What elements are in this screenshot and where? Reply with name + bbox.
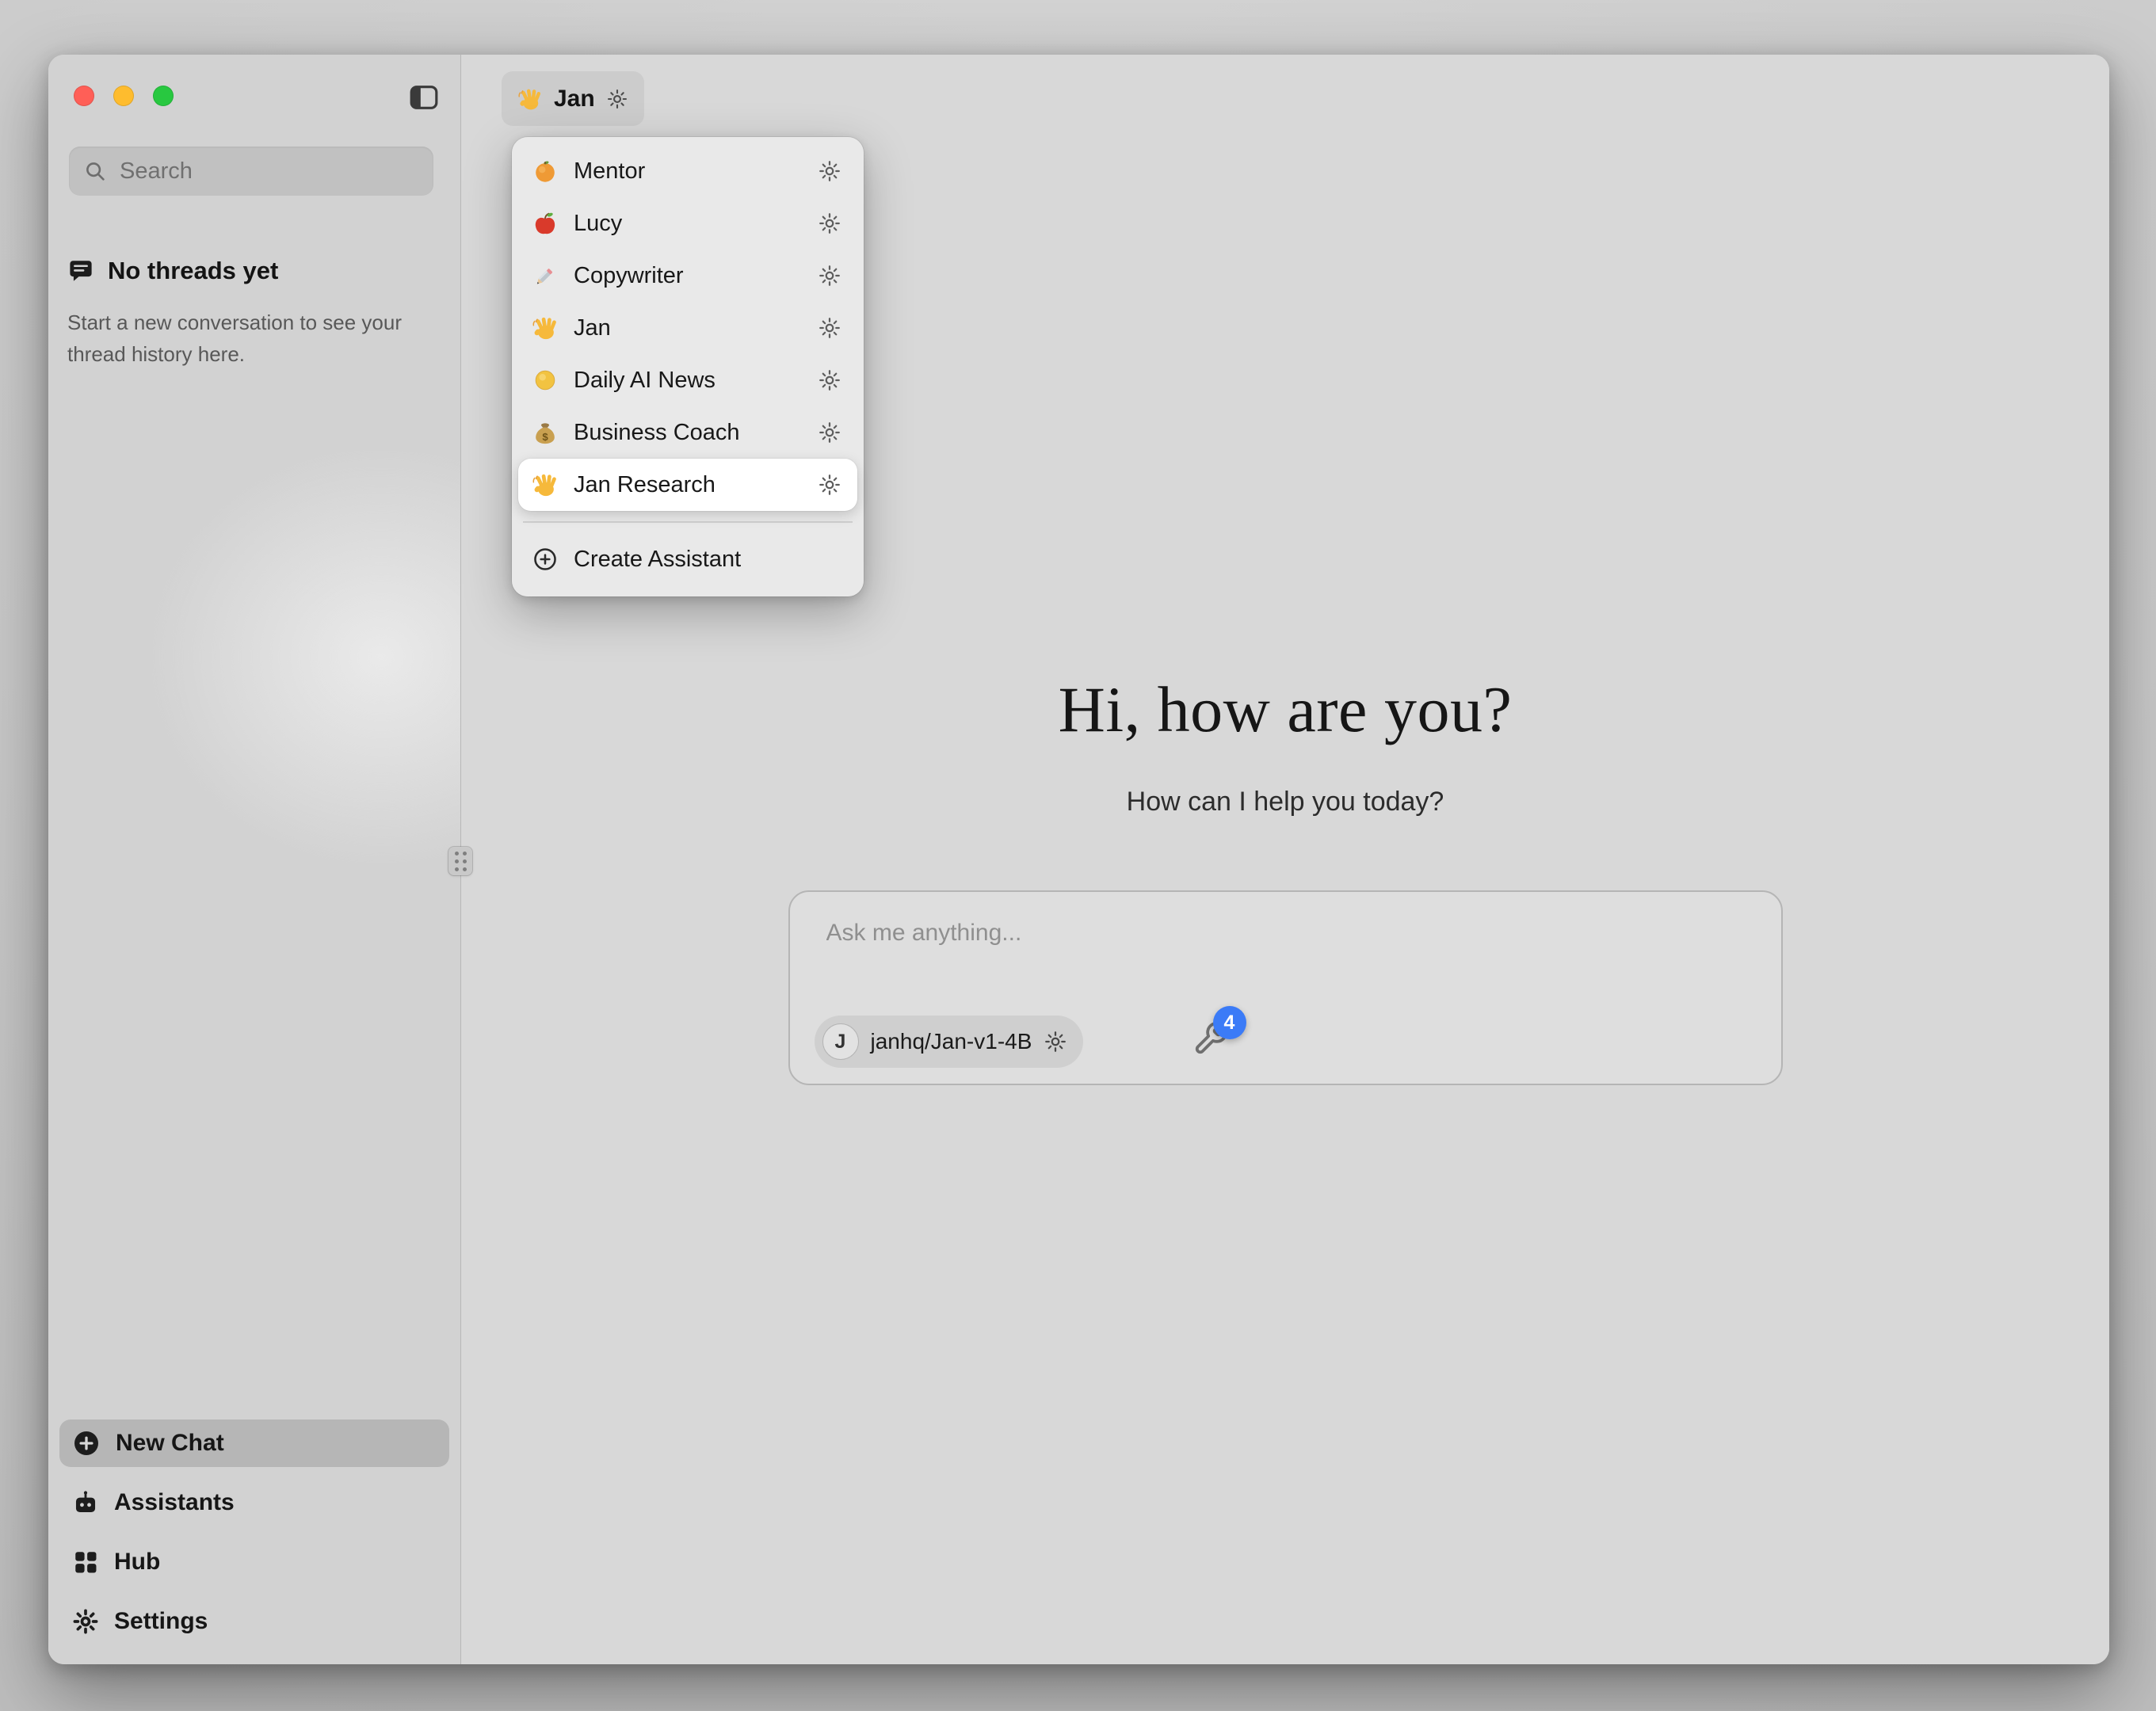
sidebar-item-new-chat[interactable]: New Chat	[59, 1419, 449, 1467]
window-controls	[74, 86, 174, 106]
orange-emoji-icon	[532, 158, 559, 185]
chat-composer[interactable]: J janhq/Jan-v1-4B 4	[788, 890, 1783, 1085]
assistant-menu-item-copywriter[interactable]: Copywriter	[518, 250, 857, 302]
assistant-selector-button[interactable]: Jan	[502, 71, 644, 126]
assistant-settings-gear-icon[interactable]	[818, 264, 841, 288]
assistant-name: Jan Research	[574, 472, 805, 498]
model-avatar: J	[822, 1023, 859, 1060]
apple-emoji-icon	[532, 210, 559, 237]
assistant-settings-gear-icon[interactable]	[818, 316, 841, 340]
assistant-menu-item-daily-ai-news[interactable]: Daily AI News	[518, 354, 857, 406]
assistant-settings-gear-icon[interactable]	[818, 211, 841, 235]
assistant-menu-item-jan[interactable]: Jan	[518, 302, 857, 354]
nav-label: Settings	[114, 1608, 208, 1635]
main-area: Jan Mentor Lucy Copywriter Jan	[461, 55, 2109, 1664]
minimize-window-button[interactable]	[113, 86, 134, 106]
search-input[interactable]	[118, 158, 419, 185]
assistant-settings-gear-icon[interactable]	[818, 421, 841, 444]
empty-state-title: No threads yet	[108, 257, 278, 285]
greeting-title: Hi, how are you?	[1059, 673, 1513, 747]
money-bag-emoji-icon	[532, 419, 559, 446]
assistant-name: Lucy	[574, 211, 805, 237]
yellow-circle-emoji-icon	[532, 367, 559, 394]
chat-bubble-icon	[67, 257, 94, 284]
greeting-subtitle: How can I help you today?	[1127, 787, 1444, 817]
tools-count-badge: 4	[1213, 1006, 1246, 1039]
sidebar-item-hub[interactable]: Hub	[59, 1538, 449, 1586]
assistant-name: Business Coach	[574, 420, 805, 446]
app-window: No threads yet Start a new conversation …	[48, 55, 2109, 1664]
assistant-menu-item-lucy[interactable]: Lucy	[518, 197, 857, 250]
assistant-menu-item-mentor[interactable]: Mentor	[518, 145, 857, 197]
assistant-name: Daily AI News	[574, 368, 805, 394]
gear-icon	[72, 1608, 99, 1635]
search-icon	[83, 159, 107, 183]
wave-emoji-icon	[517, 86, 543, 112]
gear-icon	[606, 88, 628, 110]
plus-circle-outline-icon	[532, 547, 558, 572]
chat-input[interactable]	[825, 919, 1746, 947]
search-bar[interactable]	[69, 147, 433, 196]
model-settings-gear-icon[interactable]	[1044, 1030, 1067, 1054]
plus-circle-icon	[72, 1429, 101, 1458]
sidebar-toggle-icon[interactable]	[408, 82, 440, 113]
sidebar-resize-handle[interactable]	[448, 847, 472, 875]
empty-state-header: No threads yet	[67, 257, 278, 285]
assistant-settings-gear-icon[interactable]	[818, 368, 841, 392]
assistant-menu-item-jan-research[interactable]: Jan Research	[518, 459, 857, 511]
model-selector-button[interactable]: J janhq/Jan-v1-4B	[815, 1016, 1084, 1068]
sidebar-item-assistants[interactable]: Assistants	[59, 1479, 449, 1526]
nav-label: New Chat	[116, 1430, 224, 1457]
sidebar-item-settings[interactable]: Settings	[59, 1598, 449, 1645]
create-assistant-button[interactable]: Create Assistant	[518, 533, 857, 585]
sidebar: No threads yet Start a new conversation …	[48, 55, 461, 1664]
welcome-area: Hi, how are you? How can I help you toda…	[461, 673, 2109, 1085]
nav-label: Assistants	[114, 1489, 235, 1516]
close-window-button[interactable]	[74, 86, 94, 106]
nav-label: Hub	[114, 1549, 160, 1576]
empty-state-description: Start a new conversation to see your thr…	[67, 307, 425, 371]
model-name: janhq/Jan-v1-4B	[871, 1029, 1032, 1054]
assistant-name: Jan	[574, 315, 805, 341]
menu-divider	[523, 521, 853, 523]
assistant-name: Mentor	[574, 158, 805, 185]
assistant-settings-gear-icon[interactable]	[818, 473, 841, 497]
assistant-name: Copywriter	[574, 263, 805, 289]
assistants-icon	[72, 1489, 99, 1516]
assistant-menu-item-business-coach[interactable]: Business Coach	[518, 406, 857, 459]
hub-icon	[72, 1549, 99, 1576]
pencil-emoji-icon	[532, 262, 559, 289]
assistant-menu: Mentor Lucy Copywriter Jan Daily AI News	[512, 137, 864, 596]
assistant-selector-label: Jan	[554, 86, 595, 112]
zoom-window-button[interactable]	[153, 86, 174, 106]
sidebar-nav: New Chat Assistants Hub Settings	[59, 1419, 449, 1645]
assistant-settings-gear-icon[interactable]	[818, 159, 841, 183]
wave-emoji-icon	[532, 314, 559, 341]
tools-button[interactable]: 4	[1192, 1020, 1235, 1063]
wave-emoji-icon	[532, 471, 559, 498]
create-assistant-label: Create Assistant	[574, 547, 841, 573]
